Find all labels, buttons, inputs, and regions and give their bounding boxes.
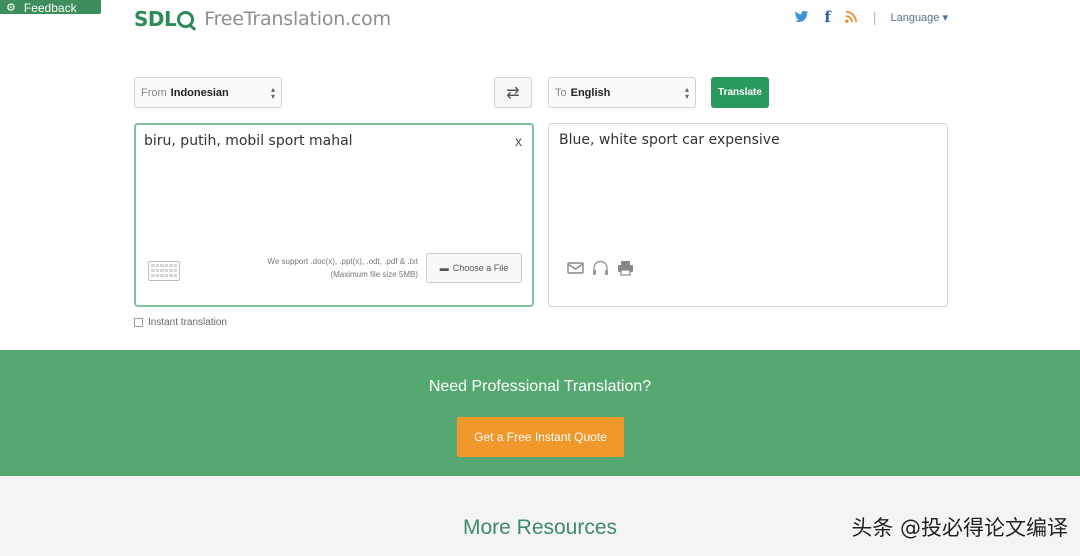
rss-icon[interactable] [845, 10, 859, 24]
professional-translation-banner: Need Professional Translation? Get a Fre… [0, 350, 1080, 476]
instant-translation-checkbox[interactable] [134, 318, 143, 327]
instant-translation-option[interactable]: Instant translation [134, 317, 227, 328]
headphones-icon[interactable] [592, 260, 609, 276]
file-size-limit: (Maximum file size 5MB) [330, 270, 418, 279]
banner-title: Need Professional Translation? [428, 378, 652, 395]
from-language-select[interactable]: From Indonesian ▴ ▾ [134, 77, 282, 108]
translated-text: Blue, white sport car expensive [559, 132, 780, 148]
facebook-icon[interactable]: f [824, 8, 830, 26]
from-language-value: Indonesian [170, 86, 229, 99]
email-icon[interactable] [567, 260, 584, 276]
logo-site-name: FreeTranslation.com [204, 8, 391, 30]
target-text-area: Blue, white sport car expensive [548, 123, 948, 307]
header-separator: | [872, 9, 877, 25]
to-prefix: To [555, 86, 567, 99]
file-support-line: We support .doc(x), .ppt(x), .odt, .pdf … [267, 257, 418, 266]
site-logo[interactable]: SDL FreeTranslation.com [134, 6, 391, 32]
feedback-label: Feedback [23, 1, 77, 14]
source-text-area[interactable]: biru, putih, mobil sport mahal x We supp… [134, 123, 534, 307]
logo-brand: SDL [134, 7, 195, 31]
select-arrows-icon: ▴ ▾ [684, 85, 689, 101]
swap-languages-button[interactable]: ⇄ [494, 77, 532, 108]
choose-file-label: Choose a File [452, 263, 509, 273]
source-text[interactable]: biru, putih, mobil sport mahal [144, 133, 353, 149]
keyboard-icon[interactable] [148, 261, 180, 281]
logo-q-mark [177, 10, 195, 28]
feedback-icon: ⚙ [6, 2, 16, 14]
translate-button[interactable]: Translate [711, 77, 769, 108]
swap-icon: ⇄ [506, 84, 520, 102]
from-prefix: From [141, 86, 167, 99]
select-arrows-icon: ▴ ▾ [270, 85, 275, 101]
to-language-select[interactable]: To English ▴ ▾ [548, 77, 696, 108]
header-social-links: f | Language ▾ [794, 8, 948, 26]
print-icon[interactable] [617, 260, 634, 276]
watermark-text: 头条 @投必得论文编译 [851, 516, 1068, 540]
to-language-value: English [570, 86, 611, 99]
free-quote-button[interactable]: Get a Free Instant Quote [457, 417, 624, 457]
file-support-note: We support .doc(x), .ppt(x), .odt, .pdf … [267, 255, 418, 281]
feedback-tab[interactable]: ⚙ Feedback [0, 0, 101, 14]
output-actions [567, 260, 634, 276]
clear-icon[interactable]: x [515, 133, 522, 149]
language-dropdown[interactable]: Language ▾ [890, 11, 948, 24]
choose-file-button[interactable]: ▬ Choose a File [426, 253, 522, 283]
twitter-icon[interactable] [794, 9, 810, 25]
folder-icon: ▬ [439, 263, 449, 273]
instant-translation-label: Instant translation [148, 317, 227, 328]
